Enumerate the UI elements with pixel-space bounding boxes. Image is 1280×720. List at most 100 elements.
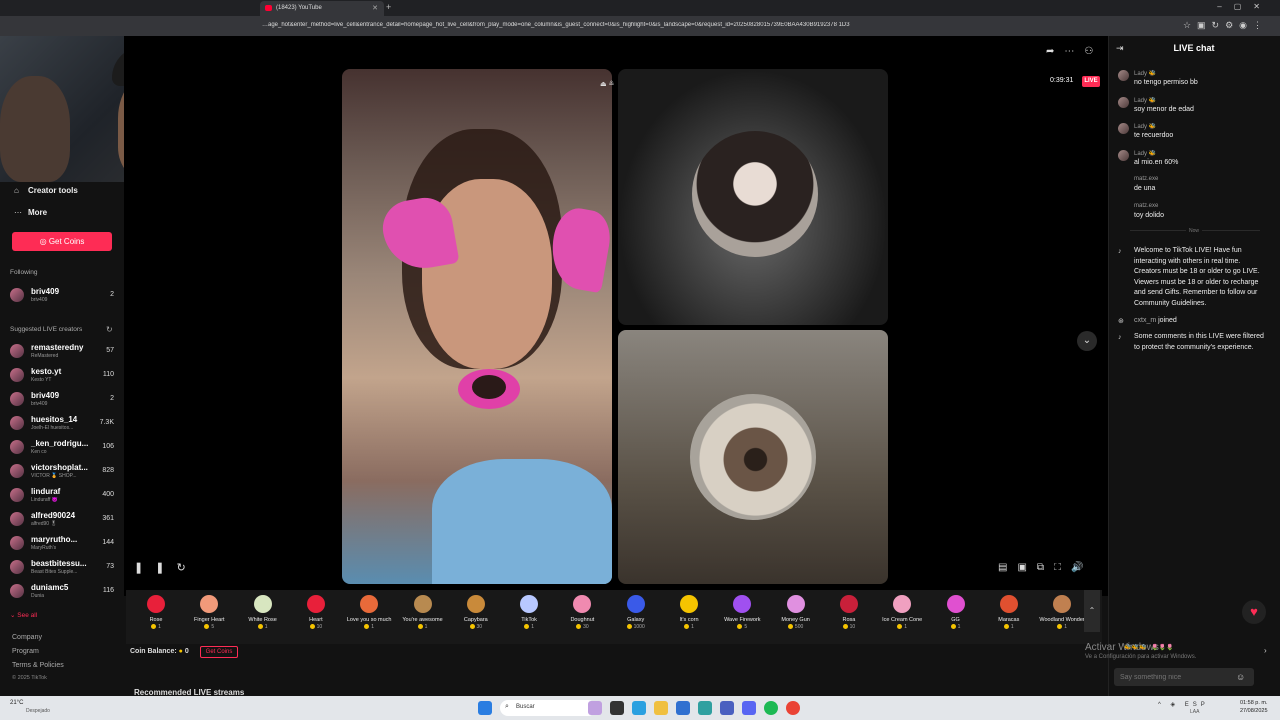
taskbar-search[interactable]: ⌕ Buscar [500, 700, 596, 716]
clock[interactable]: 01:58 p. m. 27/08/2025 [1240, 699, 1268, 715]
spotify-icon[interactable] [764, 701, 778, 715]
gift-item[interactable]: You're awesome 1 [397, 592, 449, 638]
gift-item[interactable]: GG 1 [930, 592, 982, 638]
folder-icon[interactable] [654, 701, 668, 715]
gift-item[interactable]: Rosa 10 [823, 592, 875, 638]
refresh-icon[interactable]: ↻ [106, 325, 113, 334]
system-tray[interactable]: ^ ◈ ESP [1158, 701, 1209, 708]
get-coins-button[interactable]: ◎ Get Coins [12, 232, 112, 251]
weather-temp[interactable]: 21°C [10, 700, 23, 706]
footer-terms[interactable]: Terms & Policies [12, 662, 64, 669]
scroll-down-button[interactable]: ⌄ [1077, 331, 1097, 351]
host-video[interactable] [342, 69, 612, 584]
chat-username[interactable]: Lady 🐝 [1134, 150, 1156, 157]
chat-text: de una [1134, 185, 1156, 192]
sidebar-item-creator-tools[interactable]: ⌂ Creator tools [14, 186, 78, 195]
close-tab-icon[interactable]: ✕ [372, 4, 378, 12]
chrome-icon[interactable] [786, 701, 800, 715]
sidebar-item-more[interactable]: ⋯ More [14, 208, 47, 217]
more-icon: ⋯ [14, 208, 22, 217]
widget-icon[interactable] [588, 701, 602, 715]
chat-title: LIVE chat [1173, 43, 1215, 53]
tiktok-icon: ♪ [1118, 334, 1122, 341]
chat-username[interactable]: Lady 🐝 [1134, 97, 1156, 104]
window-controls[interactable]: –▢✕ [1217, 2, 1272, 11]
task-view-icon[interactable] [610, 701, 624, 715]
suggested-creator[interactable]: huesitos_14 Joelh-El huesitos... 7.3K [8, 414, 118, 434]
gift-scroll-arrow[interactable]: ⌃ [1084, 590, 1100, 632]
footer-program[interactable]: Program [12, 648, 39, 655]
stage-top-controls[interactable]: ➦⋯⚇ [1046, 46, 1103, 57]
suggested-creator[interactable]: remasteredny ReMastered 57 [8, 342, 118, 362]
pip-icon: ⧉ [1036, 562, 1055, 573]
search-icon: ⌕ [505, 703, 509, 710]
gift-item[interactable]: Ice Cream Cone 1 [876, 592, 928, 638]
suggested-creator[interactable]: alfred90024 alfred90 🎖 361 [8, 510, 118, 530]
extension-icons[interactable]: ☆▣↻⚙◉⋮ [1183, 20, 1268, 31]
gift-item[interactable]: Love you so much 1 [343, 592, 395, 638]
joined-message: ⊛ cxtx_m joined [1118, 317, 1177, 325]
heart-like-button[interactable]: ♥ [1242, 600, 1266, 624]
gift-item[interactable]: Wave Firework 5 [716, 592, 768, 638]
gift-icon [626, 595, 645, 613]
gift-item[interactable]: Money Gun 500 [770, 592, 822, 638]
chat-username[interactable]: matz.exe [1134, 203, 1158, 209]
vscode-icon[interactable] [676, 701, 690, 715]
get-coins-small-button[interactable]: Get Coins [200, 646, 238, 658]
app-icon[interactable] [698, 701, 712, 715]
gift-item[interactable]: It's corn 1 [663, 592, 715, 638]
chat-input[interactable] [1114, 668, 1254, 686]
emoji-icon[interactable]: ☺ [1236, 672, 1245, 682]
gift-item[interactable]: Capybara 30 [450, 592, 502, 638]
sidebar: ⌂ Creator tools ⋯ More ◎ Get Coins Followi… [0, 182, 124, 682]
chat-username[interactable]: Lady 🐝 [1134, 70, 1156, 77]
gift-icon [253, 595, 272, 613]
chat-username[interactable]: matz.exe [1134, 176, 1158, 182]
coin-icon: ● [178, 648, 183, 655]
stream-timer: 0:39:31 [1050, 77, 1074, 84]
guest-video-bottom[interactable] [618, 330, 888, 584]
gift-item[interactable]: TikTok 1 [503, 592, 555, 638]
following-title: Following [10, 269, 38, 276]
gift-icon [200, 595, 219, 613]
start-icon[interactable] [478, 701, 492, 715]
gift-item[interactable]: Finger Heart 5 [183, 592, 235, 638]
tab-title: (18423) YouTube [276, 5, 322, 11]
browser-tab[interactable]: (18423) YouTube ✕ [260, 1, 384, 16]
suggested-creator[interactable]: briv409 briv409 2 [8, 390, 118, 410]
suggested-creator[interactable]: linduraf Linduraff 😈 400 [8, 486, 118, 506]
following-item[interactable]: briv409 briv409 2 [8, 286, 118, 306]
gift-item[interactable]: Doughnut 30 [556, 592, 608, 638]
user-icon: ⚇ [1084, 46, 1104, 57]
share-icon: ➦ [1046, 46, 1065, 57]
new-tab-button[interactable]: + [386, 2, 391, 12]
teams-icon[interactable] [720, 701, 734, 715]
suggested-creator[interactable]: kesto.yt Kesto YT 110 [8, 366, 118, 386]
suggested-creator[interactable]: maryrutho... MaryRuth's 144 [8, 534, 118, 554]
gift-item[interactable]: Rose 1 [130, 592, 182, 638]
weather-desc: Despejado [26, 708, 50, 714]
edge-icon[interactable] [632, 701, 646, 715]
gift-item[interactable]: White Rose 1 [237, 592, 289, 638]
gift-item[interactable]: Heart 10 [290, 592, 342, 638]
chat-username[interactable]: Lady 🐝 [1134, 123, 1156, 130]
url-text[interactable]: …age_hot&enter_method=live_cell&entrance… [262, 22, 982, 28]
see-all-link[interactable]: ⌄ See all [10, 611, 37, 619]
gift-icon [573, 595, 592, 613]
footer-company[interactable]: Company [12, 634, 42, 641]
guest-video-top[interactable] [618, 69, 888, 325]
chevron-right-icon[interactable]: › [1264, 646, 1267, 655]
suggested-creator[interactable]: victorshoplat... VICTOR 🏅 SHOP... 828 [8, 462, 118, 482]
player-tool-controls[interactable]: ▤▣⧉⛶🔊 [998, 562, 1094, 573]
footer-copyright: © 2025 TikTok [12, 675, 47, 681]
avatar [10, 464, 24, 478]
gift-item[interactable]: Galaxy 1000 [610, 592, 662, 638]
discord-icon[interactable] [742, 701, 756, 715]
gift-item[interactable]: Maracas 1 [983, 592, 1035, 638]
gift-item[interactable]: Woodland Wonder 1 [1036, 592, 1088, 638]
suggested-creator[interactable]: duniamc5 Dunia 116 [8, 582, 118, 602]
playback-controls[interactable]: ❚❚↻ [134, 561, 198, 574]
suggested-creator[interactable]: _ken_rodrigu... Ken co 106 [8, 438, 118, 458]
avatar [10, 584, 24, 598]
suggested-creator[interactable]: beastbitessu... Beast Bites Supple... 73 [8, 558, 118, 578]
